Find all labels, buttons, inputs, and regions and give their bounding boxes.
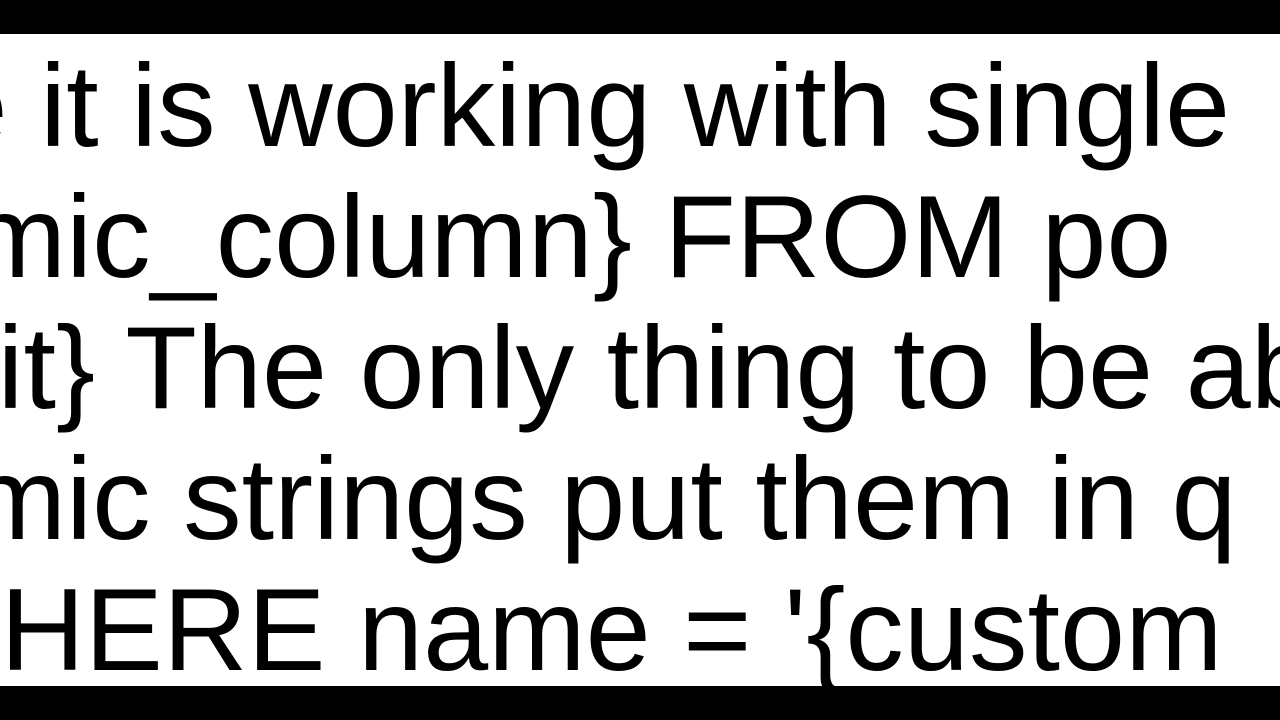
- text-line-1: ame it is working with single: [0, 40, 1230, 171]
- text-line-5: WHERE name = '{custom_: [0, 564, 1280, 686]
- document-viewport: ame it is working with single ynamic_col…: [0, 34, 1280, 686]
- text-line-4: ynamic strings put them in q: [0, 433, 1237, 564]
- text-line-3: mit} The only thing to be ab: [0, 302, 1280, 433]
- text-line-2: ynamic_column} FROM po: [0, 171, 1172, 302]
